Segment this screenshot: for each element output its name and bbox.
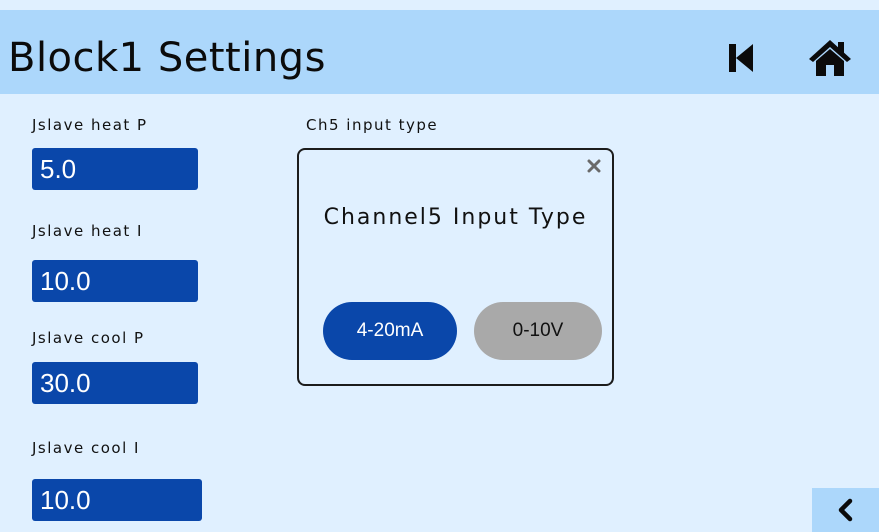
home-button[interactable] bbox=[804, 32, 856, 84]
field-label-jslave-cool-i: Jslave cool I bbox=[32, 439, 140, 457]
page-title: Block1 Settings bbox=[8, 35, 326, 81]
value-field-jslave-cool-p[interactable]: 30.0 bbox=[32, 362, 198, 404]
field-label-jslave-cool-p: Jslave cool P bbox=[32, 329, 145, 347]
channel-input-type-label: Ch5 input type bbox=[306, 116, 439, 134]
input-type-dialog: Channel5 Input Type 4-20mA 0-10V bbox=[297, 148, 614, 386]
value-field-jslave-cool-i[interactable]: 10.0 bbox=[32, 479, 202, 521]
chevron-left-icon bbox=[838, 498, 852, 522]
home-icon bbox=[809, 40, 851, 76]
value-field-jslave-heat-i[interactable]: 10.0 bbox=[32, 260, 198, 302]
field-label-jslave-heat-p: Jslave heat P bbox=[32, 116, 148, 134]
close-icon bbox=[587, 159, 601, 173]
dialog-title: Channel5 Input Type bbox=[323, 205, 588, 230]
skip-to-first-icon bbox=[729, 44, 753, 72]
value-field-jslave-heat-p[interactable]: 5.0 bbox=[32, 148, 198, 190]
back-button[interactable] bbox=[812, 488, 879, 532]
dialog-close-button[interactable] bbox=[582, 154, 606, 178]
first-page-button[interactable] bbox=[716, 32, 768, 84]
option-0-10v-button[interactable]: 0-10V bbox=[474, 302, 602, 360]
field-label-jslave-heat-i: Jslave heat I bbox=[32, 222, 143, 240]
settings-screen: Block1 Settings Jslave heat P 5.0 Jslave… bbox=[0, 0, 879, 532]
option-4-20ma-button[interactable]: 4-20mA bbox=[323, 302, 457, 360]
header-bar: Block1 Settings bbox=[0, 10, 879, 94]
